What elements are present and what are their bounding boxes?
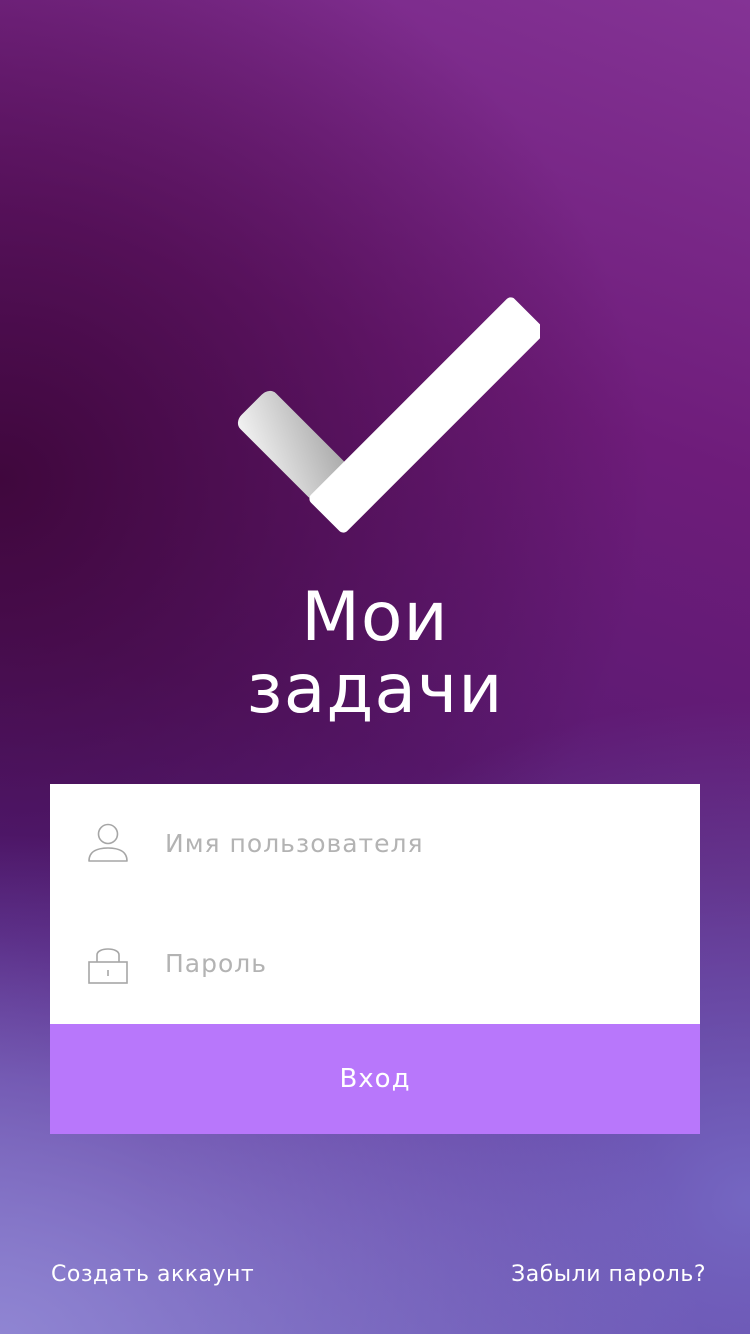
forgot-password-link[interactable]: Забыли пароль?: [511, 1262, 706, 1287]
checkmark-logo-icon: [237, 297, 540, 533]
create-account-link[interactable]: Создать аккаунт: [51, 1262, 254, 1287]
user-icon: [88, 823, 128, 862]
username-field: [50, 784, 700, 904]
username-input[interactable]: [165, 818, 665, 868]
app-title: Мои задачи: [0, 582, 750, 726]
login-button[interactable]: Вход: [50, 1024, 700, 1134]
lock-icon: [88, 948, 128, 984]
login-form: [50, 784, 700, 1024]
password-input[interactable]: [165, 938, 665, 988]
app-title-line-1: Мои: [301, 578, 449, 657]
password-field: [50, 904, 700, 1024]
app-title-line-2: задачи: [246, 650, 504, 729]
